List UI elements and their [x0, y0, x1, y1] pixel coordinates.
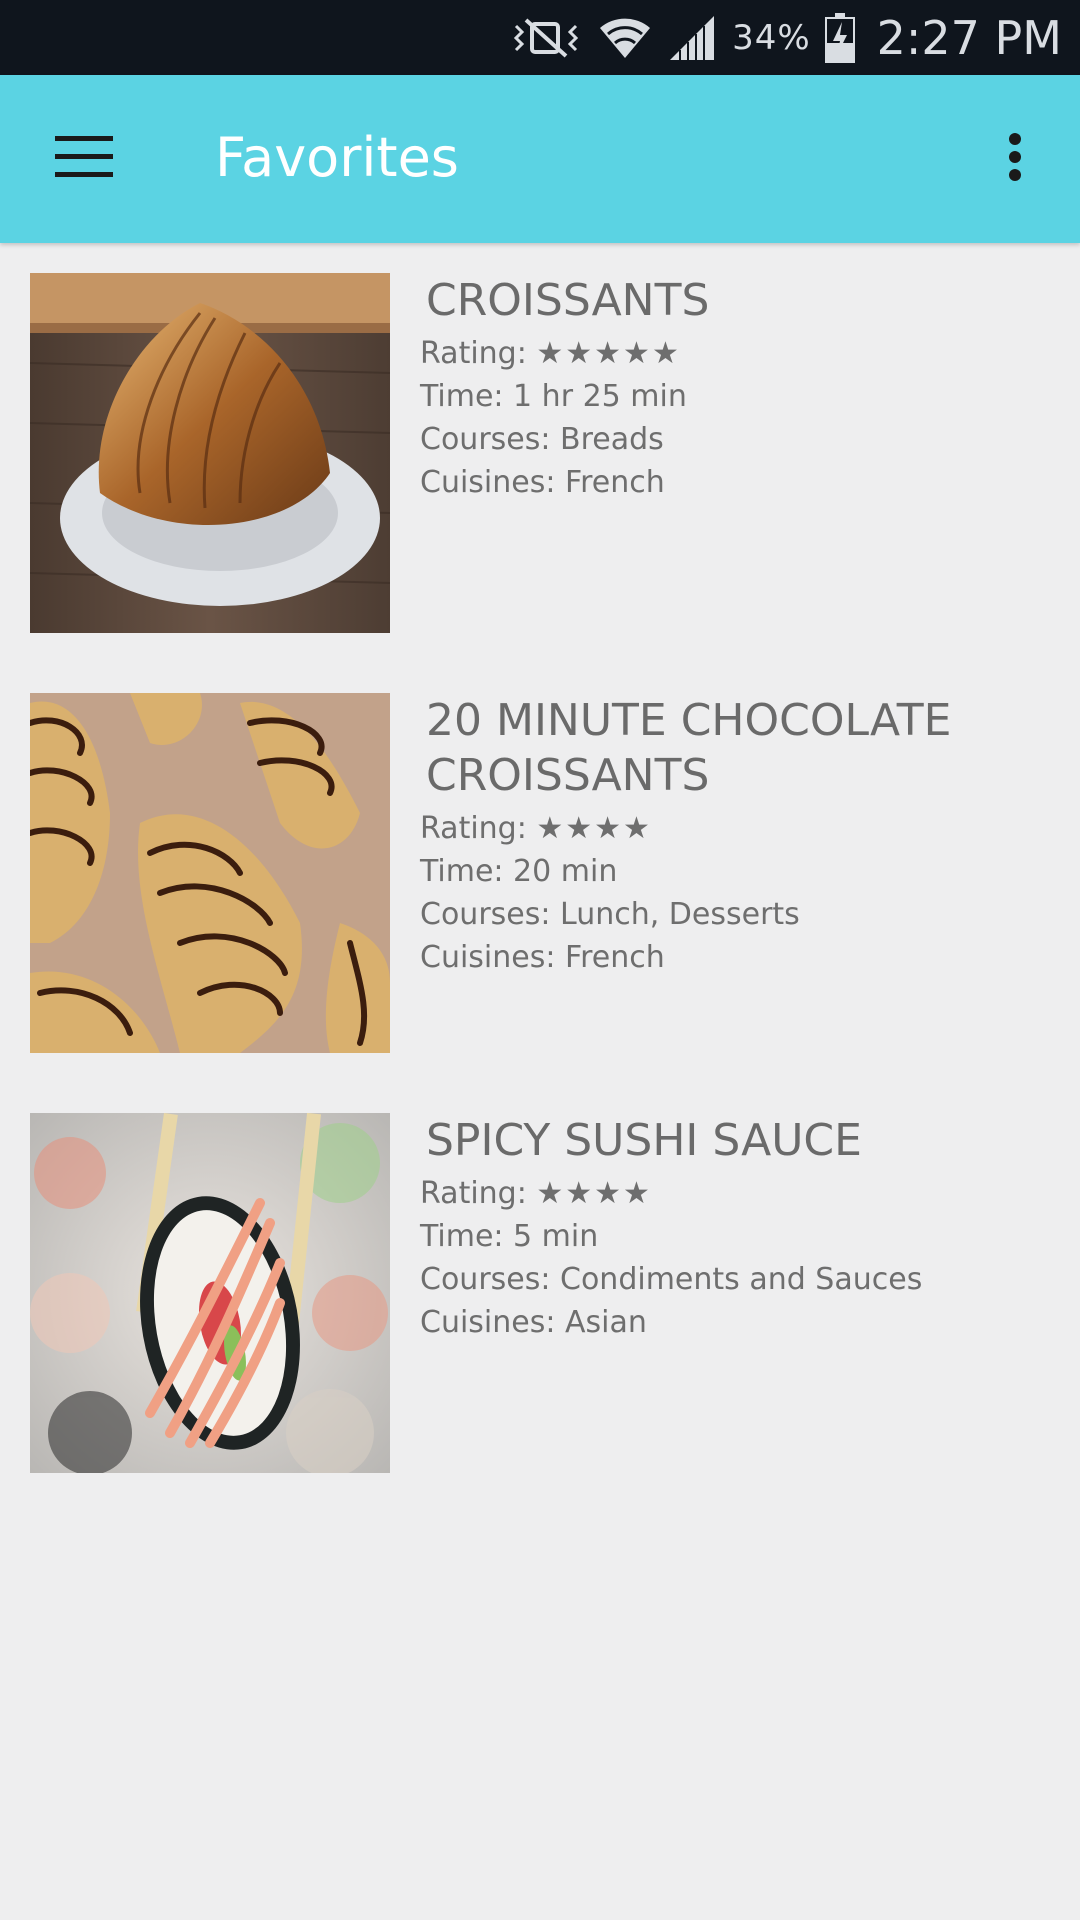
status-bar: 34% 2:27 PM [0, 0, 1080, 75]
recipe-rating: Rating: ★★★★★ [420, 332, 1060, 375]
rating-label: Rating: [420, 336, 537, 371]
page-title: Favorites [215, 126, 459, 189]
battery-percent: 34% [732, 17, 811, 58]
rating-label: Rating: [420, 811, 537, 846]
recipe-rating: Rating: ★★★★ [420, 1172, 1060, 1215]
croissant-photo [30, 273, 390, 633]
recipe-thumbnail[interactable] [30, 693, 390, 1053]
recipe-cuisines: Cuisines: Asian [420, 1305, 647, 1340]
recipe-rating: Rating: ★★★★ [420, 807, 1060, 850]
menu-button[interactable] [40, 119, 128, 199]
overflow-menu-button[interactable] [980, 119, 1050, 199]
recipe-item-spicy-sushi-sauce[interactable]: SPICY SUSHI SAUCE Rating: ★★★★ Time: 5 m… [30, 1113, 1060, 1473]
recipe-cuisines: Cuisines: French [420, 465, 665, 500]
star-rating-icon: ★★★★ [536, 1176, 652, 1211]
wifi-icon [596, 14, 654, 62]
recipe-thumbnail[interactable] [30, 1113, 390, 1473]
more-vert-icon [1008, 132, 1022, 186]
recipe-title: CROISSANTS [426, 275, 710, 326]
hamburger-menu-icon [55, 136, 113, 182]
recipe-info: 20 MINUTE CHOCOLATE CROISSANTS Rating: ★… [420, 693, 1060, 979]
recipe-thumbnail[interactable] [30, 273, 390, 633]
star-rating-icon: ★★★★★ [536, 336, 681, 371]
status-icons: 34% 2:27 PM [510, 0, 1062, 75]
recipe-title: 20 MINUTE CHOCOLATE CROISSANTS [426, 695, 952, 801]
recipe-time: Time: 20 min [420, 854, 618, 889]
rating-label: Rating: [420, 1176, 537, 1211]
recipe-info: CROISSANTS Rating: ★★★★★ Time: 1 hr 25 m… [420, 273, 1060, 504]
recipe-title: SPICY SUSHI SAUCE [426, 1115, 862, 1166]
recipe-item-chocolate-croissants[interactable]: 20 MINUTE CHOCOLATE CROISSANTS Rating: ★… [30, 693, 1060, 1053]
recipe-courses: Courses: Lunch, Desserts [420, 897, 800, 932]
signal-icon [668, 14, 718, 62]
battery-charging-icon [824, 12, 855, 63]
recipe-cuisines: Cuisines: French [420, 940, 665, 975]
chocolate-croissants-photo [30, 693, 390, 1053]
status-clock: 2:27 PM [876, 10, 1062, 65]
sushi-roll-photo [30, 1113, 390, 1473]
recipe-courses: Courses: Condiments and Sauces [420, 1262, 923, 1297]
recipe-info: SPICY SUSHI SAUCE Rating: ★★★★ Time: 5 m… [420, 1113, 1060, 1344]
recipe-courses: Courses: Breads [420, 422, 664, 457]
recipe-item-croissants[interactable]: CROISSANTS Rating: ★★★★★ Time: 1 hr 25 m… [30, 273, 1060, 633]
recipe-time: Time: 1 hr 25 min [420, 379, 687, 414]
star-rating-icon: ★★★★ [536, 811, 652, 846]
app-bar: Favorites [0, 75, 1080, 243]
recipe-time: Time: 5 min [420, 1219, 599, 1254]
vibrate-mute-icon [510, 16, 582, 60]
